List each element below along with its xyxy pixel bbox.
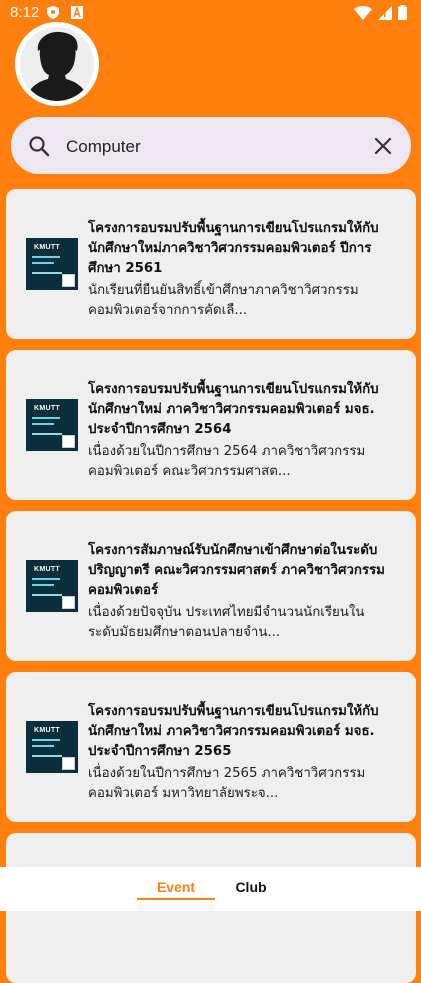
qr-code [62,274,75,287]
event-description: เนื่องด้วยปัจจุบัน ประเทศไทยมีจำนวนนักเร… [88,605,365,640]
event-card[interactable]: KMUTT โครงการอบรมปรับพื้นฐานการเขียนโปรแ… [6,189,416,339]
event-title: โครงการสัมภาษณ์รับนักศึกษาเข้าศึกษาต่อใน… [88,543,385,598]
tab-event[interactable]: Event [137,879,215,895]
shield-icon [47,6,59,19]
avatar[interactable] [15,22,99,106]
event-thumbnail: KMUTT [26,399,78,451]
thumbnail-logo: KMUTT [34,244,60,251]
qr-code [62,435,75,448]
event-title: โครงการอบรมปรับพื้นฐานการเขียนโปรแกรมให้… [88,704,379,759]
event-description: นักเรียนที่ยืนยันสิทธิ์เข้าศึกษาภาควิชาว… [88,283,359,318]
active-tab-indicator [137,898,215,900]
event-thumbnail: KMUTT [26,238,78,290]
signal-icon [378,5,392,20]
font-icon [71,6,83,19]
event-title: โครงการอบรมปรับพื้นฐานการเขียนโปรแกรมให้… [88,221,379,276]
event-card[interactable]: KMUTT โครงการอบรมปรับพื้นฐานการเขียนโปรแ… [6,350,416,500]
qr-code [62,596,75,609]
thumbnail-logo: KMUTT [34,566,60,573]
search-icon[interactable] [27,134,51,158]
event-title: โครงการอบรมปรับพื้นฐานการเขียนโปรแกรมให้… [88,382,379,437]
avatar-image [20,27,94,101]
tab-club[interactable]: Club [212,879,290,895]
bottom-nav: Event Club [0,867,421,911]
event-thumbnail: KMUTT [26,721,78,773]
status-indicators [354,5,407,20]
thumbnail-logo: KMUTT [34,405,60,412]
event-card[interactable]: KMUTT โครงการอบรมปรับพื้นฐานการเขียนโปรแ… [6,672,416,822]
thumbnail-logo: KMUTT [34,727,60,734]
close-icon[interactable] [371,134,395,158]
qr-code [62,757,75,770]
event-thumbnail: KMUTT [26,560,78,612]
battery-icon [398,5,407,20]
event-description: เนื่องด้วยในปีการศึกษา 2564 ภาควิชาวิศวก… [88,444,366,479]
search-input[interactable] [64,131,358,163]
user-silhouette-icon [26,31,88,101]
status-time: 8:12 [10,4,40,21]
wifi-icon [354,5,372,20]
event-description: เนื่องด้วยในปีการศึกษา 2565 ภาควิชาวิศวก… [88,766,366,801]
event-card[interactable]: KMUTT โครงการสัมภาษณ์รับนักศึกษาเข้าศึกษ… [6,511,416,661]
search-bar[interactable] [11,117,411,174]
